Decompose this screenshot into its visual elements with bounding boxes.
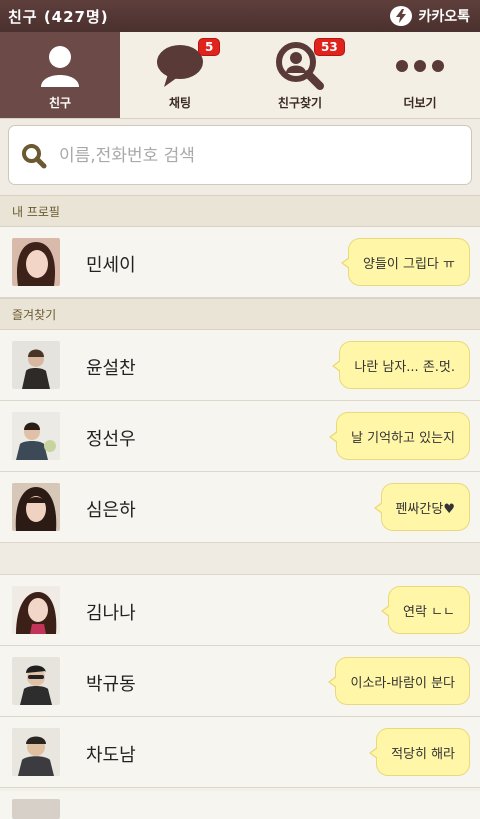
my-profile-row[interactable]: 민세이 양들이 그립다 ㅠ <box>0 227 480 298</box>
favorite-row[interactable]: 심은하 펜싸간당♥ <box>0 472 480 543</box>
friend-row[interactable]: 김나나 연락 ㄴㄴ <box>0 575 480 646</box>
avatar <box>12 657 60 705</box>
status-message: 나란 남자... 존.멋. <box>332 341 470 389</box>
status-message: 적당히 해라 <box>369 728 470 776</box>
page-title: 친구 (427명) <box>8 8 109 26</box>
friend-row[interactable] <box>0 791 480 819</box>
brand-label: 카카오톡 <box>418 9 470 25</box>
tab-label: 채팅 <box>168 96 192 110</box>
find-friends-badge: 53 <box>314 38 345 56</box>
favorite-row[interactable]: 정선우 날 기억하고 있는지 <box>0 401 480 472</box>
friend-row[interactable]: 박규동 이소라-바람이 분다 <box>0 646 480 717</box>
friend-name: 민세이 <box>86 255 136 276</box>
avatar <box>12 728 60 776</box>
status-message: 펜싸간당♥ <box>373 483 470 531</box>
status-message: 연락 ㄴㄴ <box>381 586 470 634</box>
status-message: 날 기억하고 있는지 <box>329 412 470 460</box>
friend-name: 윤설찬 <box>86 358 136 379</box>
section-title: 즐겨찾기 <box>12 308 57 322</box>
section-my-profile: 내 프로필 <box>0 195 480 227</box>
avatar <box>12 483 60 531</box>
friend-name: 심은하 <box>86 500 136 521</box>
section-divider <box>0 543 480 575</box>
friend-row[interactable]: 차도남 적당히 해라 <box>0 717 480 788</box>
search-area <box>0 119 480 195</box>
avatar <box>12 799 60 819</box>
more-dots-icon <box>360 40 480 92</box>
section-title: 내 프로필 <box>12 205 60 219</box>
avatar <box>12 238 60 286</box>
tab-friends[interactable]: 친구 <box>0 32 120 118</box>
section-favorites: 즐겨찾기 <box>0 298 480 330</box>
friend-name: 박규동 <box>86 674 136 695</box>
chat-bubble-icon <box>120 40 240 92</box>
avatar <box>12 412 60 460</box>
app-brand: 카카오톡 <box>390 6 470 26</box>
friend-name: 김나나 <box>86 603 136 624</box>
search-icon <box>22 144 47 169</box>
search-input[interactable] <box>57 138 451 174</box>
chat-badge: 5 <box>198 38 221 56</box>
tab-find-friends[interactable]: 53 친구찾기 <box>240 32 360 118</box>
avatar <box>12 341 60 389</box>
friend-name: 정선우 <box>86 429 136 450</box>
avatar <box>12 586 60 634</box>
tab-chats[interactable]: 5 채팅 <box>120 32 240 118</box>
friend-name: 차도남 <box>86 745 136 766</box>
status-message: 이소라-바람이 분다 <box>328 657 470 705</box>
tab-more[interactable]: 더보기 <box>360 32 480 118</box>
title-bar: 친구 (427명) 카카오톡 <box>0 0 480 32</box>
kakaotalk-logo-icon <box>390 6 413 26</box>
tab-label: 친구 <box>48 96 72 110</box>
person-icon <box>0 40 120 92</box>
tab-bar: 친구 5 채팅 53 친구찾기 더보기 <box>0 32 480 119</box>
tab-label: 더보기 <box>403 96 437 110</box>
search-box <box>8 125 472 185</box>
status-message: 양들이 그립다 ㅠ <box>341 238 470 286</box>
tab-label: 친구찾기 <box>277 96 323 110</box>
favorite-row[interactable]: 윤설찬 나란 남자... 존.멋. <box>0 330 480 401</box>
